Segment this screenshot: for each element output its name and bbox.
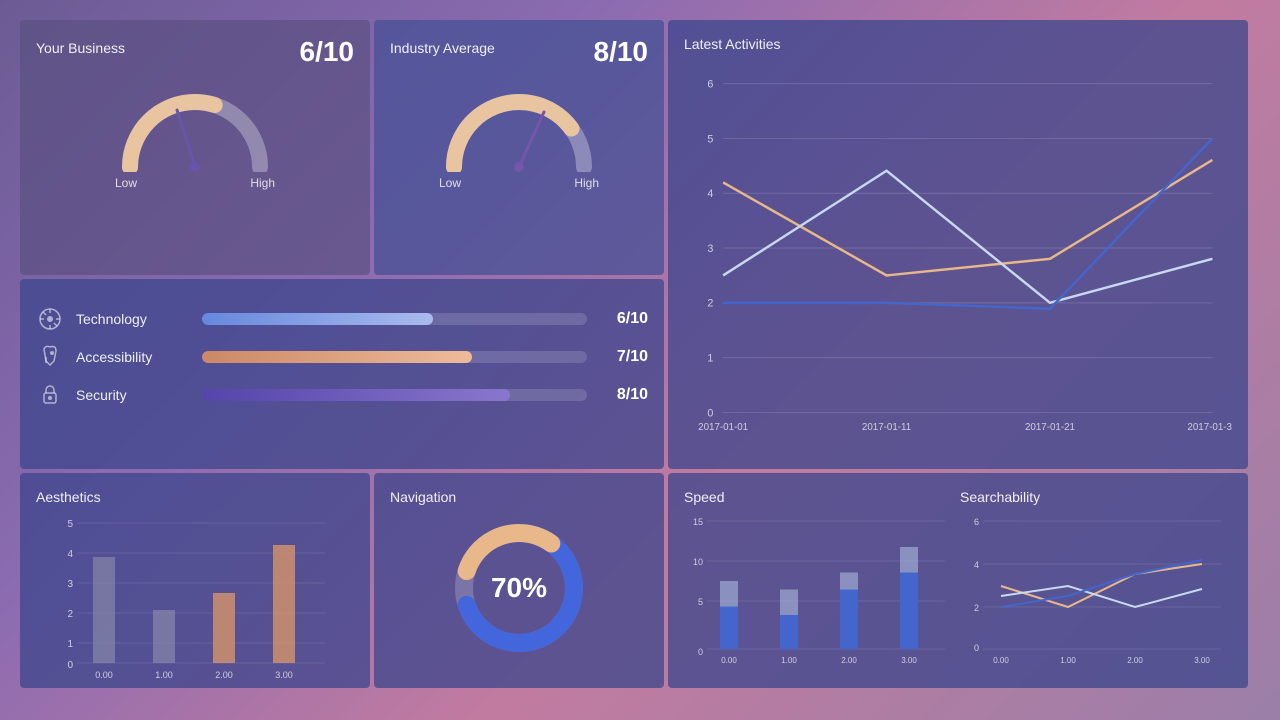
industry-average-low: Low [439, 176, 461, 190]
speed-searchability-panel: Speed 15 10 5 0 [668, 473, 1248, 688]
security-bar [202, 389, 510, 401]
your-business-low: Low [115, 176, 137, 190]
svg-text:3: 3 [67, 579, 73, 590]
industry-average-gauge [439, 82, 599, 172]
accessibility-bar-container [202, 351, 587, 363]
svg-text:4: 4 [67, 549, 73, 560]
security-score: 8/10 [603, 386, 648, 404]
svg-text:2: 2 [67, 609, 73, 620]
technology-bar [202, 313, 433, 325]
security-bar-container [202, 389, 587, 401]
latest-activities-title: Latest Activities [684, 36, 1232, 52]
industry-average-high: High [574, 176, 599, 190]
your-business-high: High [250, 176, 275, 190]
industry-average-score: 8/10 [594, 36, 649, 68]
security-label: Security [76, 387, 186, 403]
navigation-percent: 70% [491, 572, 547, 604]
navigation-donut-container: 70% [390, 513, 648, 663]
svg-text:0: 0 [707, 407, 713, 419]
technology-icon [36, 305, 64, 333]
accessibility-score: 7/10 [603, 348, 648, 366]
svg-text:2017-01-21: 2017-01-21 [1025, 422, 1075, 433]
svg-text:0.00: 0.00 [95, 670, 113, 680]
svg-text:0: 0 [698, 647, 703, 657]
dashboard: Your Business 6/10 Low High Industry Ave… [20, 20, 1260, 700]
searchability-panel-inner: Searchability 6 4 2 0 0.00 [960, 489, 1232, 673]
svg-text:2: 2 [974, 603, 979, 613]
searchability-title: Searchability [960, 489, 1232, 505]
svg-text:2.00: 2.00 [1127, 656, 1143, 665]
security-metric: Security 8/10 [36, 381, 648, 409]
svg-text:15: 15 [693, 517, 703, 527]
accessibility-label: Accessibility [76, 349, 186, 365]
industry-average-panel: Industry Average 8/10 Low High [374, 20, 664, 275]
svg-text:1: 1 [707, 353, 713, 365]
svg-text:2: 2 [707, 298, 713, 310]
svg-text:6: 6 [707, 79, 713, 91]
svg-text:2.00: 2.00 [841, 656, 857, 665]
latest-activities-chart: 6 5 4 3 2 1 0 2017-01-01 2017-01-11 2017… [684, 60, 1232, 440]
svg-text:3.00: 3.00 [275, 670, 293, 680]
svg-text:4: 4 [707, 188, 713, 200]
svg-text:0.00: 0.00 [721, 656, 737, 665]
svg-text:0.00: 0.00 [993, 656, 1009, 665]
aesthetics-chart: 5 4 3 2 1 0 0.00 1.00 2.00 [36, 513, 354, 683]
technology-label: Technology [76, 311, 186, 327]
svg-text:3.00: 3.00 [901, 656, 917, 665]
industry-average-title: Industry Average [390, 40, 495, 56]
accessibility-icon [36, 343, 64, 371]
accessibility-bar [202, 351, 472, 363]
svg-text:4: 4 [974, 560, 979, 570]
svg-text:2017-01-11: 2017-01-11 [862, 422, 911, 433]
svg-text:1.00: 1.00 [155, 670, 173, 680]
svg-text:2017-01-01: 2017-01-01 [698, 422, 748, 433]
svg-text:1.00: 1.00 [781, 656, 797, 665]
technology-metric: Technology 6/10 [36, 305, 648, 333]
svg-text:5: 5 [707, 133, 713, 145]
your-business-panel: Your Business 6/10 Low High [20, 20, 370, 275]
svg-text:6: 6 [974, 517, 979, 527]
speed-panel-inner: Speed 15 10 5 0 [684, 489, 956, 673]
speed-chart: 15 10 5 0 [684, 513, 956, 673]
accessibility-metric: Accessibility 7/10 [36, 343, 648, 371]
your-business-gauge [115, 82, 275, 172]
speed-title: Speed [684, 489, 956, 505]
svg-text:1.00: 1.00 [1060, 656, 1076, 665]
navigation-title: Navigation [390, 489, 648, 505]
svg-text:1: 1 [67, 639, 73, 650]
svg-text:2017-01-31: 2017-01-31 [1187, 422, 1232, 433]
svg-text:5: 5 [698, 597, 703, 607]
svg-text:0: 0 [974, 643, 979, 653]
svg-text:0: 0 [67, 660, 73, 671]
your-business-score: 6/10 [300, 36, 355, 68]
industry-average-gauge-labels: Low High [439, 176, 599, 190]
technology-bar-container [202, 313, 587, 325]
aesthetics-title: Aesthetics [36, 489, 354, 505]
navigation-panel: Navigation 70% [374, 473, 664, 688]
your-business-title: Your Business [36, 40, 125, 56]
svg-text:5: 5 [67, 519, 73, 530]
svg-text:3.00: 3.00 [1194, 656, 1210, 665]
security-icon [36, 381, 64, 409]
svg-text:3: 3 [707, 243, 713, 255]
your-business-gauge-labels: Low High [115, 176, 275, 190]
metrics-panel: Technology 6/10 Accessibility 7/10 [20, 279, 664, 469]
svg-text:10: 10 [693, 557, 703, 567]
latest-activities-panel: Latest Activities 6 5 4 3 2 1 0 2017-01-… [668, 20, 1248, 469]
searchability-chart: 6 4 2 0 0.00 1.00 2.00 3.00 [960, 513, 1232, 673]
aesthetics-panel: Aesthetics 5 4 3 2 1 0 0.00 [20, 473, 370, 688]
technology-score: 6/10 [603, 310, 648, 328]
svg-text:2.00: 2.00 [215, 670, 233, 680]
